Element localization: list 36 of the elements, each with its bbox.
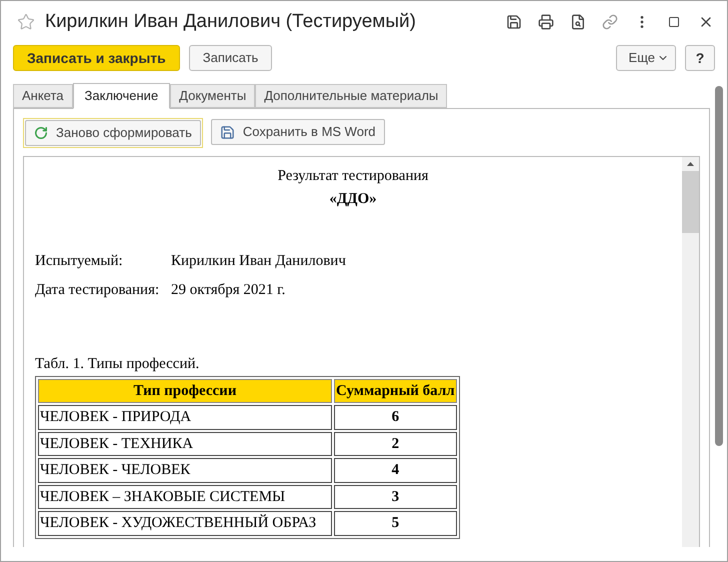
scrollbar-thumb[interactable]: [682, 171, 699, 233]
regenerate-button[interactable]: Заново сформировать: [25, 120, 201, 146]
report-title: Результат тестирования: [276, 167, 430, 186]
table-cell: ЧЕЛОВЕК - ЧЕЛОВЕК: [38, 458, 332, 482]
table-cell: 6: [334, 405, 457, 430]
more-button[interactable]: Еще: [616, 45, 676, 71]
report-subtitle: «ДДО»: [328, 190, 378, 208]
tab[interactable]: Заключение: [72, 83, 170, 109]
table-cell: ЧЕЛОВЕК - ТЕХНИКА: [38, 432, 332, 456]
table-cell: 5: [334, 511, 457, 536]
scrollbar[interactable]: [682, 157, 699, 547]
field-label: Дата тестирования:: [35, 280, 160, 300]
favorite-star-icon[interactable]: [17, 13, 35, 31]
table-cell: 4: [334, 458, 457, 482]
tab[interactable]: Документы: [170, 84, 256, 108]
tab[interactable]: Дополнительные материалы: [255, 84, 448, 108]
field-label: Испытуемый:: [35, 252, 124, 271]
table-cell: 2: [334, 432, 457, 456]
help-button[interactable]: ?: [685, 45, 715, 71]
table-header-cell: Суммарный балл: [334, 378, 457, 403]
save-button[interactable]: Записать: [188, 45, 272, 71]
scroll-up-arrow-icon[interactable]: [687, 162, 694, 166]
window-title: Кирилкин Иван Данилович (Тестируемый): [45, 10, 416, 34]
tab[interactable]: Анкета: [13, 84, 73, 108]
table-cell: ЧЕЛОВЕК – ЗНАКОВЫЕ СИСТЕМЫ: [38, 484, 332, 509]
table-cell: ЧЕЛОВЕК - ПРИРОДА: [38, 405, 332, 430]
table-cell: 3: [334, 484, 457, 509]
refresh-icon: [34, 126, 48, 140]
table-caption: Табл. 1. Типы профессий.: [35, 355, 200, 374]
save-and-close-button[interactable]: Записать и закрыть: [13, 45, 180, 71]
save-to-word-button[interactable]: Сохранить в MS Word: [210, 119, 385, 145]
field-value: Кирилкин Иван Данилович: [171, 252, 346, 271]
table-header-cell: Тип профессии: [38, 378, 332, 403]
scrollbar-thumb[interactable]: [715, 86, 723, 446]
field-value: 29 октября 2021 г.: [171, 280, 286, 300]
table-cell: ЧЕЛОВЕК - ХУДОЖЕСТВЕННЫЙ ОБРАЗ: [38, 511, 332, 536]
